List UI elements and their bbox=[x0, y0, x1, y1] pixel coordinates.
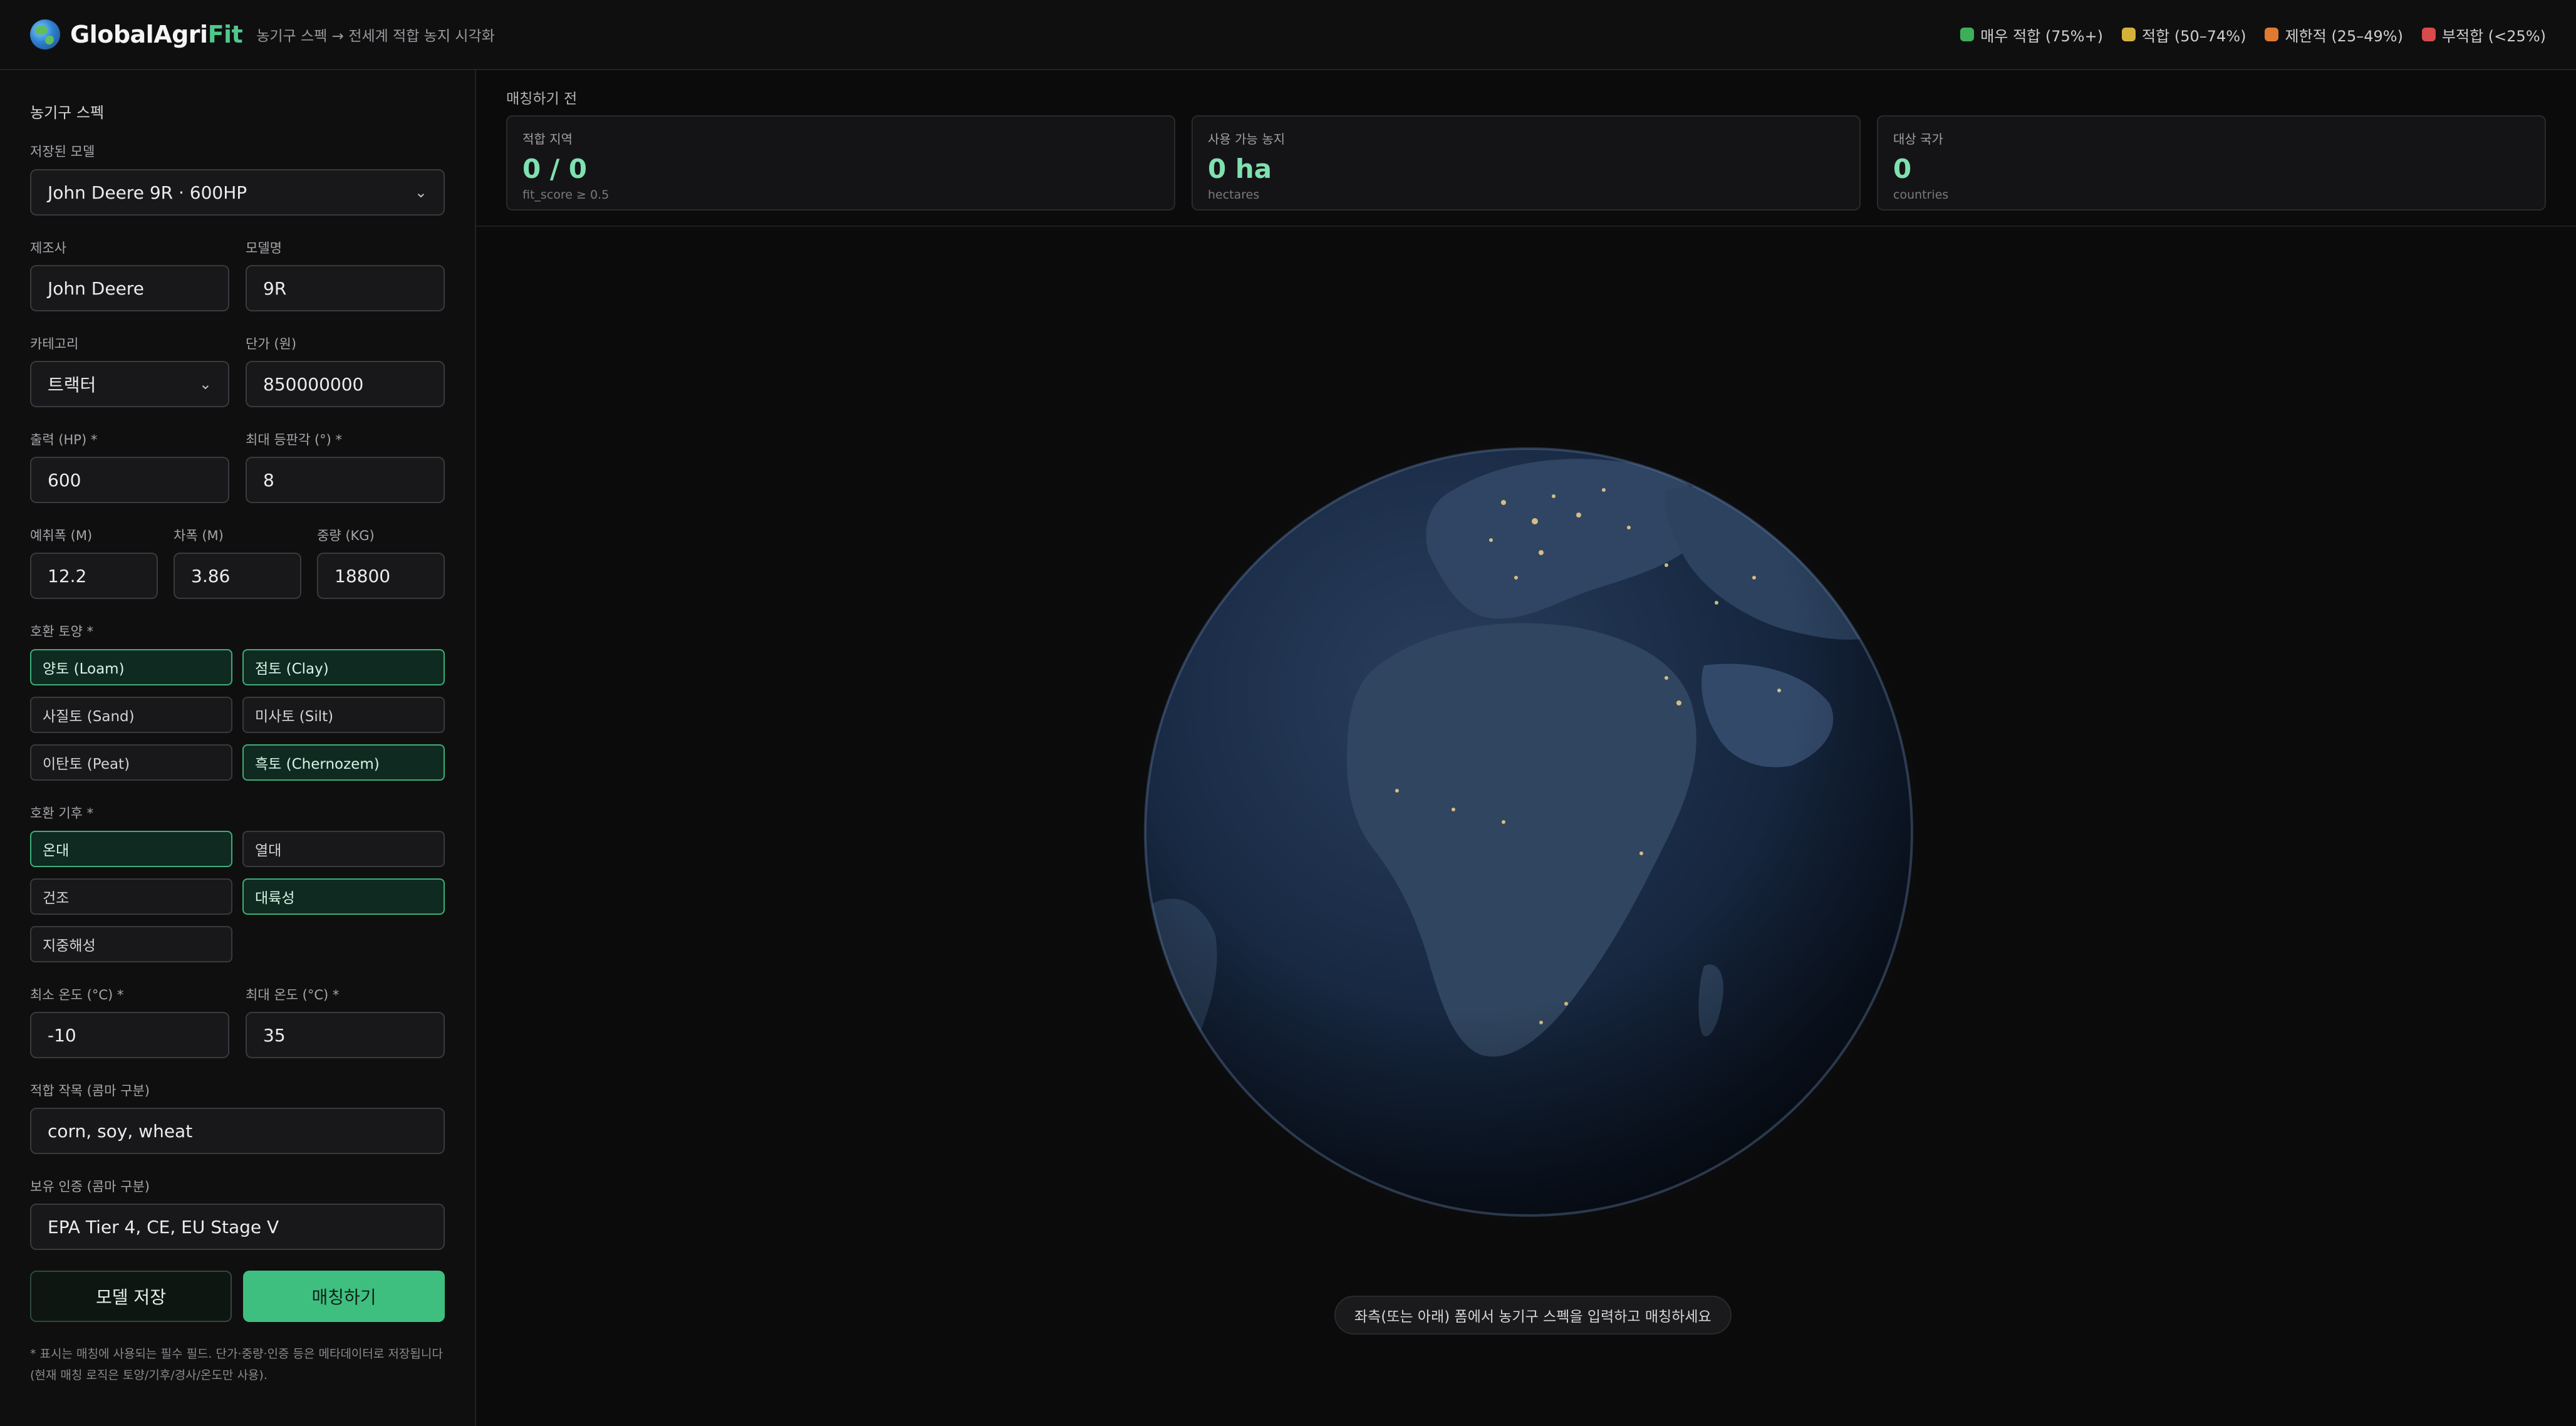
soil-chip-loam[interactable]: 양토 (Loam) bbox=[30, 649, 232, 685]
working-width-label: 예취폭 (M) bbox=[30, 528, 93, 543]
stats-row: 적합 지역 0 / 0 fit_score ≥ 0.5 사용 가능 농지 0 h… bbox=[506, 115, 2546, 211]
vehicle-width-input[interactable]: 3.86 bbox=[174, 553, 301, 599]
legend-swatch-yellow bbox=[2122, 28, 2136, 41]
manufacturer-label: 제조사 bbox=[30, 241, 66, 256]
legend-swatch-green bbox=[1960, 28, 1975, 41]
earth-globe[interactable] bbox=[476, 227, 2576, 1426]
soil-chip-sand[interactable]: 사질토 (Sand) bbox=[30, 697, 232, 733]
globe-shading bbox=[1145, 449, 1912, 1215]
brand-name-accent: Fit bbox=[207, 21, 243, 48]
stat-card-fit-regions: 적합 지역 0 / 0 fit_score ≥ 0.5 bbox=[506, 115, 1175, 211]
climate-chip-mediterranean[interactable]: 지중해성 bbox=[30, 926, 232, 962]
category-label: 카테고리 bbox=[30, 336, 79, 351]
stat-sub: hectares bbox=[1208, 188, 1260, 202]
max-slope-label: 최대 등판각 (°) * bbox=[246, 432, 343, 447]
legend-item-limited: 제한적 (25–49%) bbox=[2265, 24, 2403, 46]
match-button[interactable]: 매칭하기 bbox=[243, 1271, 445, 1322]
top-header: GlobalAgriFit 농기구 스펙 → 전세계 적합 농지 시각화 매우 … bbox=[0, 0, 2576, 70]
chevron-down-icon: ⌄ bbox=[414, 184, 427, 201]
globe-viewport[interactable]: 좌측(또는 아래) 폼에서 농기구 스펙을 입력하고 매칭하세요 bbox=[476, 227, 2576, 1426]
certs-label: 보유 인증 (콤마 구분) bbox=[30, 1179, 150, 1194]
legend-item-very-fit: 매우 적합 (75%+) bbox=[1960, 24, 2103, 46]
climate-chip-tropical[interactable]: 열대 bbox=[242, 831, 445, 867]
legend-swatch-orange bbox=[2265, 28, 2279, 41]
min-temp-input[interactable]: -10 bbox=[30, 1012, 229, 1058]
climate-chip-continental[interactable]: 대륙성 bbox=[242, 878, 445, 915]
stat-value: 0 bbox=[1893, 154, 1912, 184]
legend-label: 부적합 (<25%) bbox=[2441, 27, 2546, 45]
save-model-button[interactable]: 모델 저장 bbox=[30, 1271, 232, 1322]
chevron-down-icon: ⌄ bbox=[199, 375, 212, 393]
form-footnote: * 표시는 매칭에 사용되는 필수 필드. 단가·중량·인증 등은 메타데이터로… bbox=[30, 1343, 456, 1386]
app-root: GlobalAgriFit 농기구 스펙 → 전세계 적합 농지 시각화 매우 … bbox=[0, 0, 2576, 1426]
model-name-input[interactable]: 9R bbox=[246, 265, 445, 311]
min-temp-label: 최소 온도 (°C) * bbox=[30, 987, 124, 1002]
working-width-input[interactable]: 12.2 bbox=[30, 553, 158, 599]
certs-input[interactable]: EPA Tier 4, CE, EU Stage V bbox=[30, 1204, 445, 1250]
climate-chip-arid[interactable]: 건조 bbox=[30, 878, 232, 915]
saved-model-select[interactable]: John Deere 9R · 600HP ⌄ bbox=[30, 169, 445, 216]
saved-model-label: 저장된 모델 bbox=[30, 144, 95, 159]
power-label: 출력 (HP) * bbox=[30, 432, 98, 447]
max-temp-label: 최대 온도 (°C) * bbox=[246, 987, 340, 1002]
unit-price-label: 단가 (원) bbox=[246, 336, 297, 351]
climates-label: 호환 기후 * bbox=[30, 806, 94, 821]
legend-item-unfit: 부적합 (<25%) bbox=[2421, 24, 2546, 46]
stat-value: 0 / 0 bbox=[522, 154, 588, 184]
soils-label: 호환 토양 * bbox=[30, 624, 94, 639]
soil-chip-peat[interactable]: 이탄토 (Peat) bbox=[30, 744, 232, 781]
globe-logo-icon bbox=[30, 19, 60, 49]
footnote-line: (현재 매칭 로직은 토양/기후/경사/온도만 사용). bbox=[30, 1368, 267, 1382]
stat-label: 대상 국가 bbox=[1893, 132, 1943, 147]
model-name-label: 모델명 bbox=[246, 241, 282, 256]
stat-card-usable-land: 사용 가능 농지 0 ha hectares bbox=[1192, 115, 1861, 211]
soil-chip-silt[interactable]: 미사토 (Silt) bbox=[242, 697, 445, 733]
soil-chip-clay[interactable]: 점토 (Clay) bbox=[242, 649, 445, 685]
manufacturer-input[interactable]: John Deere bbox=[30, 265, 229, 311]
stat-sub: countries bbox=[1893, 188, 1949, 202]
match-status: 매칭하기 전 bbox=[506, 91, 578, 107]
globe-hint-toast: 좌측(또는 아래) 폼에서 농기구 스펙을 입력하고 매칭하세요 bbox=[1334, 1296, 1732, 1335]
legend-swatch-red bbox=[2421, 28, 2436, 41]
stat-label: 사용 가능 농지 bbox=[1208, 132, 1285, 147]
stat-label: 적합 지역 bbox=[522, 132, 573, 147]
max-slope-input[interactable]: 8 bbox=[246, 457, 445, 503]
vehicle-width-label: 차폭 (M) bbox=[174, 528, 224, 543]
max-temp-input[interactable]: 35 bbox=[246, 1012, 445, 1058]
crops-input[interactable]: corn, soy, wheat bbox=[30, 1108, 445, 1154]
form-title: 농기구 스펙 bbox=[30, 104, 105, 122]
soil-chip-chernozem[interactable]: 흑토 (Chernozem) bbox=[242, 744, 445, 781]
legend-label: 제한적 (25–49%) bbox=[2285, 27, 2403, 45]
main-panel: 매칭하기 전 적합 지역 0 / 0 fit_score ≥ 0.5 사용 가능… bbox=[476, 70, 2576, 1426]
weight-label: 중량 (KG) bbox=[317, 528, 375, 543]
legend-label: 적합 (50–74%) bbox=[2142, 27, 2246, 45]
category-select[interactable]: 트랙터 ⌄ bbox=[30, 361, 229, 407]
legend-item-fit: 적합 (50–74%) bbox=[2122, 24, 2246, 46]
brand-name-main: GlobalAgri bbox=[70, 21, 208, 48]
legend-label: 매우 적합 (75%+) bbox=[1980, 27, 2104, 45]
spec-form-sidebar: 농기구 스펙 저장된 모델 John Deere 9R · 600HP ⌄ 제조… bbox=[0, 70, 476, 1426]
weight-input[interactable]: 18800 bbox=[317, 553, 445, 599]
power-input[interactable]: 600 bbox=[30, 457, 229, 503]
brand-name: GlobalAgriFit bbox=[70, 21, 243, 48]
crops-label: 적합 작목 (콤마 구분) bbox=[30, 1083, 150, 1098]
saved-model-value: John Deere 9R · 600HP bbox=[48, 182, 247, 203]
stat-card-target-countries: 대상 국가 0 countries bbox=[1877, 115, 2546, 211]
fit-legend: 매우 적합 (75%+) 적합 (50–74%) 제한적 (25–49%) 부적… bbox=[1960, 24, 2546, 46]
brand[interactable]: GlobalAgriFit 농기구 스펙 → 전세계 적합 농지 시각화 bbox=[30, 19, 495, 49]
footnote-line: * 표시는 매칭에 사용되는 필수 필드. 단가·중량·인증 등은 메타데이터로… bbox=[30, 1347, 443, 1361]
unit-price-input[interactable]: 850000000 bbox=[246, 361, 445, 407]
brand-tagline: 농기구 스펙 → 전세계 적합 농지 시각화 bbox=[256, 28, 495, 44]
stat-sub: fit_score ≥ 0.5 bbox=[522, 188, 610, 202]
stat-value: 0 ha bbox=[1208, 154, 1272, 184]
category-value: 트랙터 bbox=[48, 375, 96, 395]
climate-chip-temperate[interactable]: 온대 bbox=[30, 831, 232, 867]
